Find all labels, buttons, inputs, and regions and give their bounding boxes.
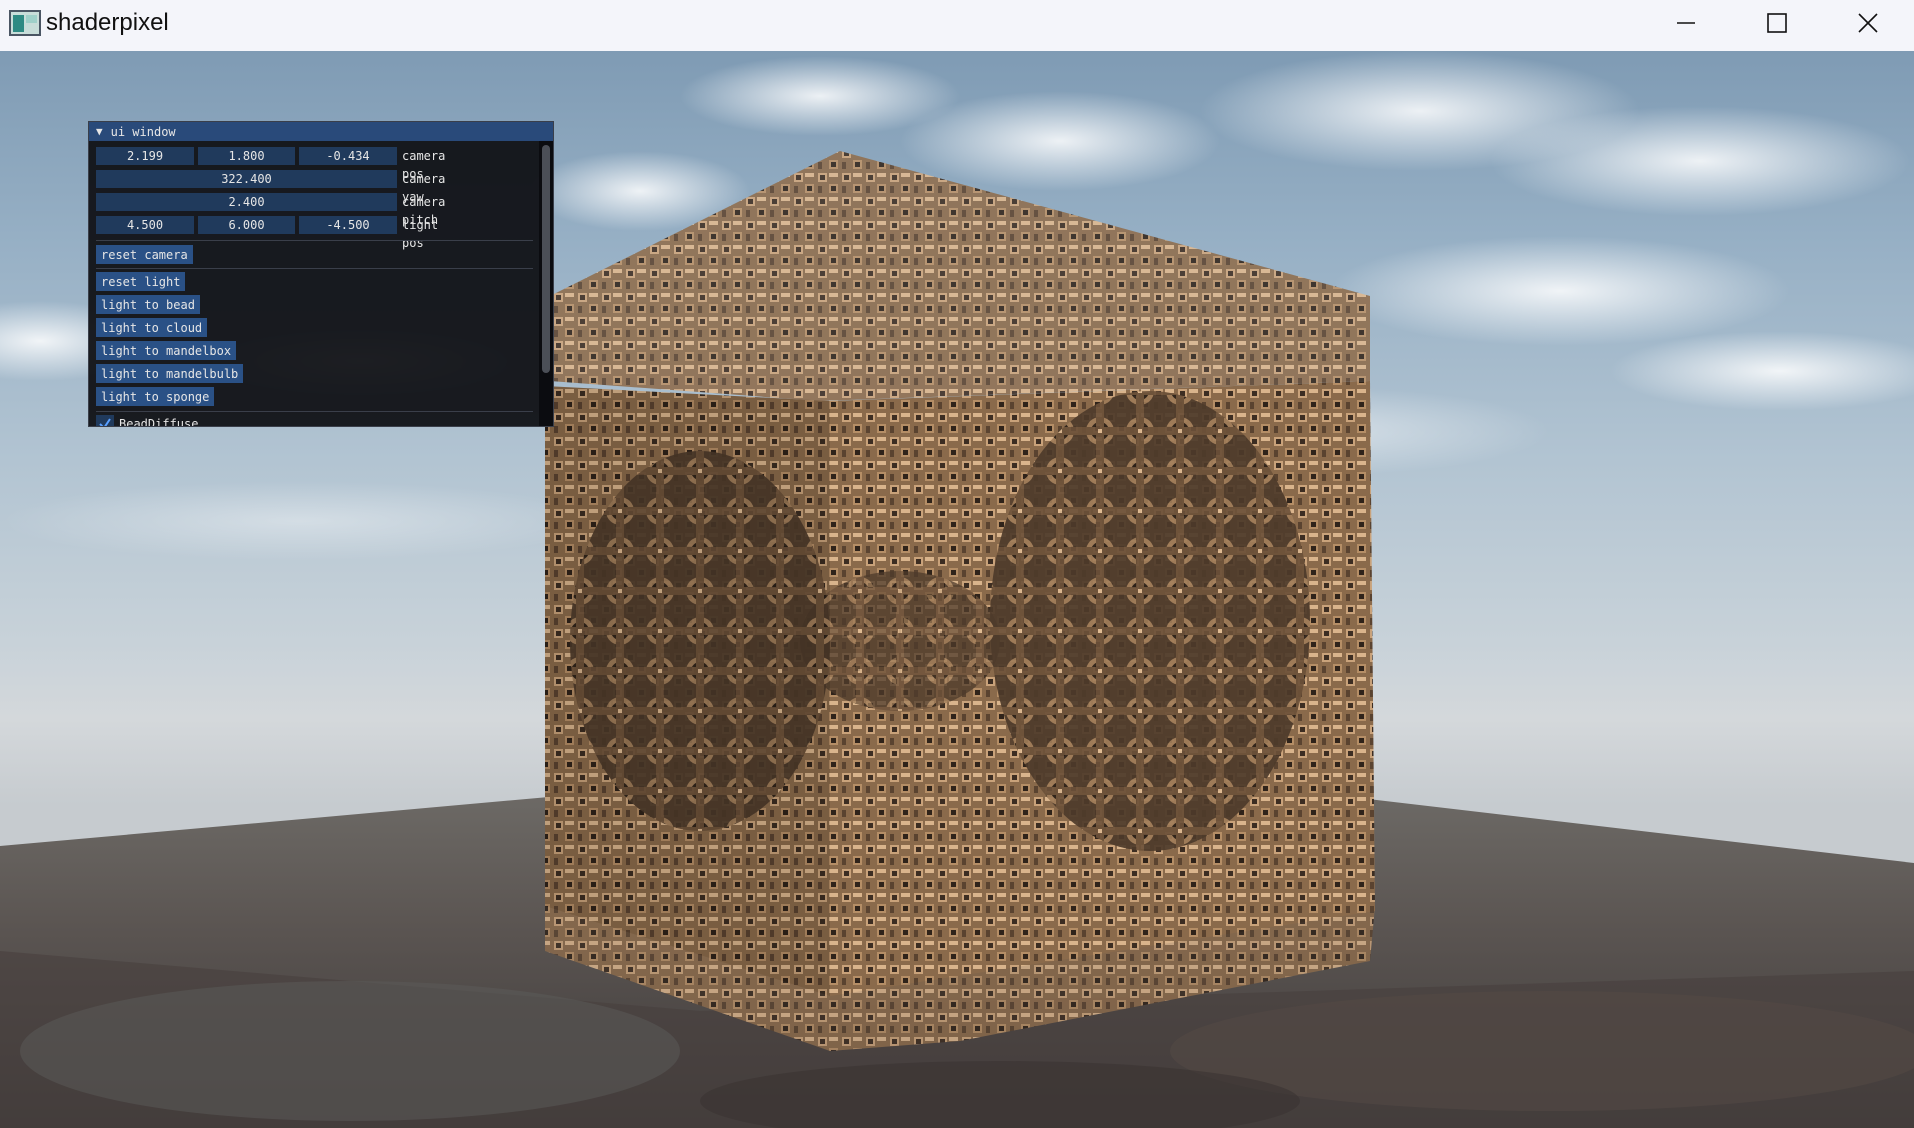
separator <box>96 411 533 412</box>
scrollbar-thumb[interactable] <box>542 145 550 373</box>
maximize-button[interactable] <box>1731 0 1823 46</box>
bead-diffuse-checkbox[interactable] <box>96 415 114 426</box>
camera-yaw-input[interactable]: 322.400 <box>96 170 397 188</box>
camera-pos-x-input[interactable]: 2.199 <box>96 147 194 165</box>
ui-window-titlebar[interactable]: ▼ ui window <box>89 122 553 141</box>
light-pos-z-input[interactable]: -4.500 <box>299 216 397 234</box>
close-button[interactable] <box>1822 0 1914 46</box>
render-viewport[interactable]: ▼ ui window 2.199 1.800 -0.434 camera po… <box>0 51 1914 1128</box>
window-title: shaderpixel <box>46 9 169 36</box>
light-to-sponge-button[interactable]: light to sponge <box>96 387 215 406</box>
camera-yaw-label: camera yaw <box>402 172 446 204</box>
camera-pos-label: camera pos <box>402 149 446 181</box>
light-to-bead-button[interactable]: light to bead <box>96 295 200 314</box>
camera-pos-y-input[interactable]: 1.800 <box>198 147 295 165</box>
minimize-icon <box>1677 22 1695 24</box>
light-pos-x-input[interactable]: 4.500 <box>96 216 194 234</box>
ui-window-title: ui window <box>110 124 176 139</box>
ui-window[interactable]: ▼ ui window 2.199 1.800 -0.434 camera po… <box>88 121 554 427</box>
camera-pitch-label: camera pitch <box>402 195 446 227</box>
bead-diffuse-label: BeadDiffuse <box>119 417 199 427</box>
light-to-cloud-button[interactable]: light to cloud <box>96 318 208 337</box>
reset-light-button[interactable]: reset light <box>96 272 186 291</box>
checkmark-icon <box>99 418 111 426</box>
close-icon <box>1858 13 1878 33</box>
maximize-icon <box>1767 13 1787 33</box>
reset-camera-button[interactable]: reset camera <box>96 245 193 264</box>
separator <box>96 240 533 241</box>
camera-pos-z-input[interactable]: -0.434 <box>299 147 397 165</box>
title-bar: shaderpixel <box>0 0 1914 51</box>
light-to-mandelbulb-button[interactable]: light to mandelbulb <box>96 364 244 383</box>
camera-pitch-input[interactable]: 2.400 <box>96 193 397 211</box>
light-pos-y-input[interactable]: 6.000 <box>198 216 295 234</box>
ui-window-scrollbar[interactable] <box>539 141 553 426</box>
light-to-mandelbox-button[interactable]: light to mandelbox <box>96 341 237 360</box>
collapse-triangle-icon[interactable]: ▼ <box>96 125 103 138</box>
light-pos-label: light pos <box>402 218 439 250</box>
app-icon <box>9 10 41 36</box>
minimize-button[interactable] <box>1640 0 1732 46</box>
separator <box>96 268 533 269</box>
